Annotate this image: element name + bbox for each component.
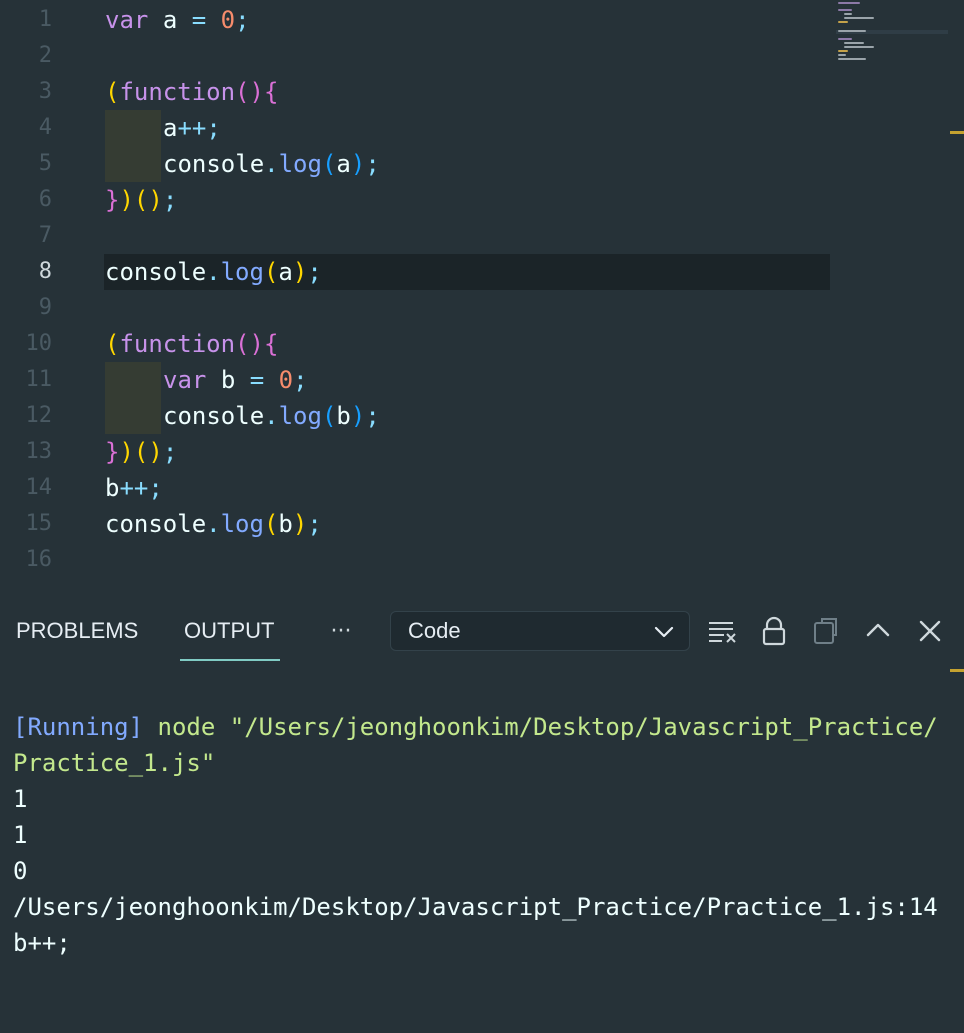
line-number: 11 bbox=[25, 367, 53, 392]
line-number: 12 bbox=[25, 403, 53, 428]
output-line: [Running] node "/Users/jeonghoonkim/Desk… bbox=[13, 713, 938, 741]
code-line[interactable]: 9 bbox=[0, 290, 964, 326]
code-text: b++; bbox=[105, 474, 163, 502]
code-line-active[interactable]: 8 console.log(a); bbox=[0, 254, 964, 290]
code-line[interactable]: 6 })(); bbox=[0, 182, 964, 218]
line-number: 9 bbox=[38, 295, 52, 320]
minimap[interactable] bbox=[836, 0, 948, 64]
code-text: console.log(b); bbox=[105, 510, 322, 538]
line-number: 8 bbox=[38, 259, 52, 284]
code-text: (function(){ bbox=[105, 78, 279, 106]
code-text: })(); bbox=[105, 438, 178, 466]
error-code: b++; bbox=[13, 929, 71, 957]
tab-output[interactable]: OUTPUT bbox=[184, 601, 274, 661]
code-line[interactable]: 4 a++; bbox=[0, 110, 964, 146]
output-log[interactable]: [Running] node "/Users/jeonghoonkim/Desk… bbox=[13, 673, 953, 1033]
open-in-editor-icon[interactable] bbox=[810, 615, 842, 647]
line-number: 16 bbox=[25, 547, 53, 572]
output-line: 0 bbox=[13, 857, 28, 885]
line-number: 3 bbox=[38, 79, 52, 104]
output-channel-select[interactable]: Code bbox=[390, 611, 690, 651]
code-line[interactable]: 15 console.log(b); bbox=[0, 506, 964, 542]
code-line[interactable]: 5 console.log(a); bbox=[0, 146, 964, 182]
code-text: console.log(b); bbox=[163, 402, 380, 430]
output-panel: PROBLEMS OUTPUT ··· Code [Running] node … bbox=[0, 600, 964, 957]
code-text: })(); bbox=[105, 186, 178, 214]
more-actions-icon[interactable]: ··· bbox=[326, 617, 356, 647]
scrollbar-marker bbox=[950, 131, 964, 134]
line-number: 13 bbox=[25, 439, 53, 464]
line-number: 2 bbox=[38, 43, 52, 68]
code-text: console.log(a); bbox=[105, 258, 322, 286]
lock-icon[interactable] bbox=[758, 615, 790, 647]
line-number: 5 bbox=[38, 151, 52, 176]
clear-output-icon[interactable] bbox=[706, 615, 738, 647]
line-number: 15 bbox=[25, 511, 53, 536]
code-editor[interactable]: 1 var a = 0; 2 3 (function(){ 4 a++; 5 c… bbox=[0, 0, 964, 600]
panel-tabs: PROBLEMS OUTPUT ··· Code bbox=[0, 601, 964, 663]
line-number: 10 bbox=[25, 331, 53, 356]
chevron-down-icon bbox=[654, 626, 674, 638]
line-number: 6 bbox=[38, 187, 52, 212]
code-line[interactable]: 13 })(); bbox=[0, 434, 964, 470]
code-line[interactable]: 3 (function(){ bbox=[0, 74, 964, 110]
output-line: Practice_1.js" bbox=[13, 749, 216, 777]
active-tab-indicator bbox=[180, 659, 280, 661]
line-number: 1 bbox=[38, 7, 52, 32]
code-line[interactable]: 12 console.log(b); bbox=[0, 398, 964, 434]
output-line: 1 bbox=[13, 785, 28, 813]
chevron-up-icon[interactable] bbox=[862, 615, 894, 647]
code-line[interactable]: 16 bbox=[0, 542, 964, 578]
code-text: (function(){ bbox=[105, 330, 279, 358]
code-line[interactable]: 11 var b = 0; bbox=[0, 362, 964, 398]
code-text: var a = 0; bbox=[105, 6, 250, 34]
scrollbar-marker bbox=[950, 669, 964, 672]
code-text: a++; bbox=[163, 114, 221, 142]
output-line: 1 bbox=[13, 821, 28, 849]
code-line[interactable]: 2 bbox=[0, 38, 964, 74]
code-text: console.log(a); bbox=[163, 150, 380, 178]
code-line[interactable]: 7 bbox=[0, 218, 964, 254]
line-number: 14 bbox=[25, 475, 53, 500]
tab-problems[interactable]: PROBLEMS bbox=[16, 601, 138, 661]
code-line[interactable]: 10 (function(){ bbox=[0, 326, 964, 362]
line-number: 7 bbox=[38, 223, 52, 248]
error-location: /Users/jeonghoonkim/Desktop/Javascript_P… bbox=[13, 893, 938, 921]
close-icon[interactable] bbox=[914, 615, 946, 647]
line-number: 4 bbox=[38, 115, 52, 140]
code-text: var b = 0; bbox=[163, 366, 308, 394]
output-channel-label: Code bbox=[408, 618, 461, 643]
code-line[interactable]: 1 var a = 0; bbox=[0, 2, 964, 38]
code-line[interactable]: 14 b++; bbox=[0, 470, 964, 506]
